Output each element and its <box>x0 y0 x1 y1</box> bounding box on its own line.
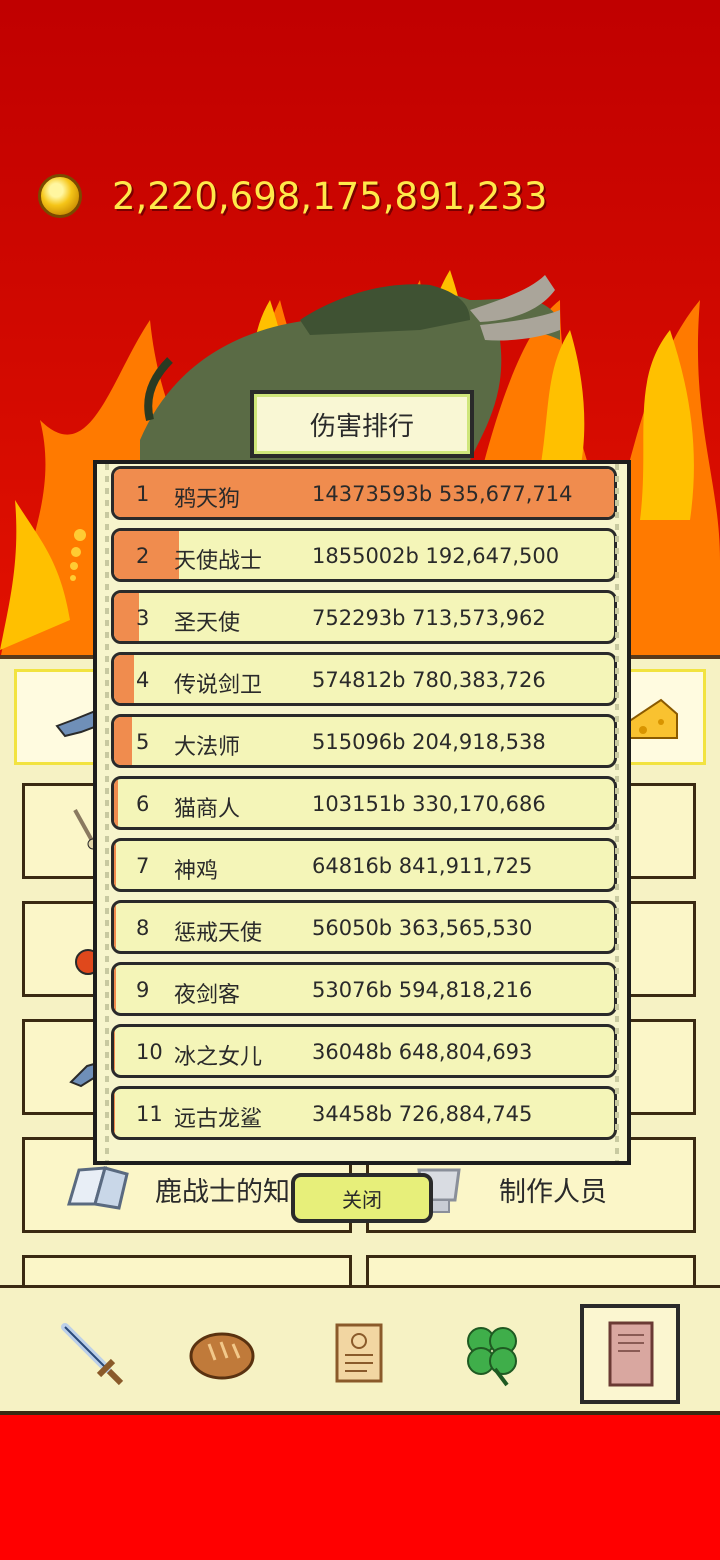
bottom-toolbar <box>0 1285 720 1415</box>
ranking-row: 3 圣天使 752293b 713,573,962 <box>111 590 617 644</box>
clover-icon <box>467 1327 517 1387</box>
tool-bread[interactable] <box>174 1306 270 1402</box>
hero-name: 远古龙鲨 <box>174 1107 263 1132</box>
damage-value: 56050b 363,565,530 <box>312 916 533 940</box>
ranking-row: 1 鸦天狗 14373593b 535,677,714 <box>111 466 617 520</box>
damage-share-bar <box>114 779 118 827</box>
damage-value: 574812b 780,383,726 <box>312 668 546 692</box>
damage-share-bar <box>114 903 116 951</box>
book-icon <box>608 1321 654 1387</box>
ranking-row: 2 天使战士 1855002b 192,647,500 <box>111 528 617 582</box>
hero-name: 夜剑客 <box>174 983 241 1008</box>
hero-name: 鸦天狗 <box>174 487 241 512</box>
damage-value: 515096b 204,918,538 <box>312 730 546 754</box>
hero-name: 惩戒天使 <box>174 921 263 946</box>
damage-value: 53076b 594,818,216 <box>312 978 533 1002</box>
modal-title: 伤害排行 <box>309 411 414 442</box>
hero-name: 大法师 <box>174 735 241 760</box>
rank-number: 7 <box>136 854 150 878</box>
damage-share-bar <box>114 1027 116 1075</box>
scroll-icon <box>335 1323 383 1383</box>
sword-icon <box>61 1323 124 1386</box>
ranking-row: 6 猫商人 103151b 330,170,686 <box>111 776 617 830</box>
credits-label: 制作人员 <box>499 1177 607 1208</box>
hero-name: 神鸡 <box>174 859 219 884</box>
gold-amount: 2,220,698,175,891,233 <box>112 174 548 218</box>
rank-number: 4 <box>136 668 150 692</box>
hero-name: 猫商人 <box>174 797 241 822</box>
hero-name: 天使战士 <box>174 549 263 574</box>
damage-share-bar <box>114 965 116 1013</box>
rank-number: 6 <box>136 792 150 816</box>
rank-number: 3 <box>136 606 150 630</box>
open-book-icon <box>66 1166 129 1210</box>
close-button[interactable]: 关闭 <box>291 1173 433 1223</box>
damage-share-bar <box>114 841 117 889</box>
damage-value: 64816b 841,911,725 <box>312 854 533 878</box>
damage-value: 36048b 648,804,693 <box>312 1040 533 1064</box>
rank-number: 10 <box>136 1040 163 1064</box>
modal-title-box: 伤害排行 <box>250 390 474 458</box>
rank-number: 11 <box>136 1102 163 1126</box>
damage-value: 1855002b 192,647,500 <box>312 544 560 568</box>
tool-clover[interactable] <box>444 1306 540 1402</box>
damage-share-bar <box>114 1089 116 1137</box>
ranking-row: 8 惩戒天使 56050b 363,565,530 <box>111 900 617 954</box>
tool-book[interactable] <box>580 1304 680 1404</box>
ranking-row: 5 大法师 515096b 204,918,538 <box>111 714 617 768</box>
ranking-row: 10 冰之女儿 36048b 648,804,693 <box>111 1024 617 1078</box>
damage-share-bar <box>114 717 132 765</box>
tool-sword[interactable] <box>44 1306 140 1402</box>
damage-value: 14373593b 535,677,714 <box>312 482 573 506</box>
damage-value: 103151b 330,170,686 <box>312 792 546 816</box>
hero-name: 传说剑卫 <box>174 673 263 698</box>
damage-share-bar <box>114 655 134 703</box>
rank-number: 2 <box>136 544 150 568</box>
ranking-row: 9 夜剑客 53076b 594,818,216 <box>111 962 617 1016</box>
rank-number: 1 <box>136 482 150 506</box>
damage-value: 752293b 713,573,962 <box>312 606 546 630</box>
ranking-list[interactable]: 1 鸦天狗 14373593b 535,677,714 2 天使战士 1855002b 1… <box>111 466 617 1148</box>
ranking-row: 4 传说剑卫 574812b 780,383,726 <box>111 652 617 706</box>
rank-number: 9 <box>136 978 150 1002</box>
tool-scroll[interactable] <box>310 1306 406 1402</box>
ranking-row: 11 远古龙鲨 34458b 726,884,745 <box>111 1086 617 1140</box>
hero-name: 冰之女儿 <box>174 1045 263 1070</box>
ranking-row: 7 神鸡 64816b 841,911,725 <box>111 838 617 892</box>
gold-display: 2,220,698,175,891,233 <box>38 170 547 222</box>
damage-value: 34458b 726,884,745 <box>312 1102 533 1126</box>
rank-number: 8 <box>136 916 150 940</box>
hero-name: 圣天使 <box>174 611 241 636</box>
bread-icon <box>189 1332 255 1380</box>
rank-number: 5 <box>136 730 150 754</box>
damage-ranking-modal: 1 鸦天狗 14373593b 535,677,714 2 天使战士 1855002b 1… <box>93 460 631 1165</box>
coin-icon <box>38 174 82 218</box>
